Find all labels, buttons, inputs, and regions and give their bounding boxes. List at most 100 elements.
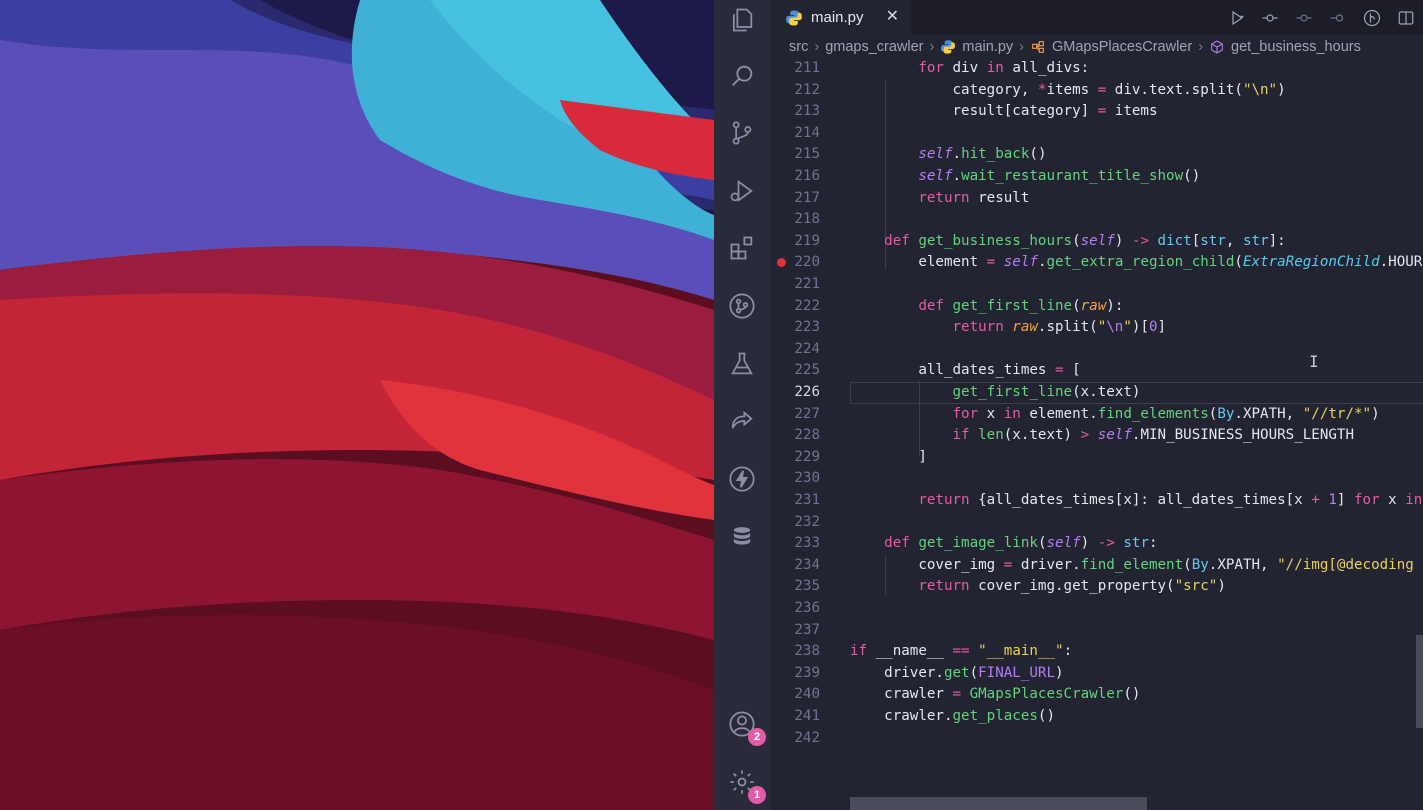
code-line[interactable]: 213 result[category] = items <box>771 101 1423 123</box>
activity-bar: 2 1 <box>714 0 771 810</box>
tab-label: main.py <box>811 9 864 26</box>
code-text: def get_business_hours(self) -> dict[str… <box>884 232 1286 249</box>
line-number: 228 <box>794 427 820 444</box>
git-commit-icon[interactable] <box>1259 7 1281 29</box>
code-line[interactable]: 211 for div in all_divs: <box>771 58 1423 80</box>
code-line[interactable]: 223 return raw.split("\n")[0] <box>771 317 1423 339</box>
breadcrumb-gmaps-crawler[interactable]: gmaps_crawler <box>825 39 923 55</box>
run-python-icon[interactable] <box>1225 7 1247 29</box>
line-number: 212 <box>794 81 820 98</box>
breadcrumb-method[interactable]: get_business_hours <box>1231 39 1361 55</box>
code-text: return {all_dates_times[x]: all_dates_ti… <box>918 492 1423 508</box>
code-line[interactable]: 235 return cover_img.get_property("src") <box>771 576 1423 598</box>
code-line[interactable]: 242 <box>771 728 1423 750</box>
line-number: 241 <box>794 708 820 724</box>
close-icon[interactable]: ✕ <box>886 8 899 26</box>
code-line[interactable]: 241 crawler.get_places() <box>771 706 1423 728</box>
code-text: return raw.split("\n")[0] <box>952 319 1167 336</box>
git-graph-icon[interactable] <box>724 288 760 324</box>
line-number: 215 <box>794 146 820 163</box>
code-line[interactable]: 218 <box>771 209 1423 231</box>
line-number: 236 <box>794 600 820 616</box>
code-text: element = self.get_extra_region_child(Ex… <box>850 254 1423 271</box>
line-number: 239 <box>794 664 820 681</box>
code-line[interactable]: 227 for x in element.find_elements(By.XP… <box>771 404 1423 426</box>
code-line[interactable]: 215 self.hit_back() <box>771 144 1423 166</box>
code-line[interactable]: 233 def get_image_link(self) -> str: <box>771 533 1423 555</box>
code-line[interactable]: 224 <box>771 339 1423 361</box>
code-line[interactable]: 217 return result <box>771 188 1423 210</box>
settings-gear-icon[interactable]: 1 <box>724 764 766 804</box>
code-area[interactable]: 211 for div in all_divs: 212 category, *i… <box>771 58 1423 798</box>
database-icon[interactable] <box>724 519 760 555</box>
line-number: 219 <box>794 232 820 249</box>
code-line[interactable]: 214 <box>771 123 1423 145</box>
horizontal-scrollbar[interactable] <box>850 797 1147 810</box>
editor-actions <box>1225 0 1423 35</box>
method-symbol-icon <box>1211 40 1223 54</box>
line-number: 214 <box>794 124 820 141</box>
vertical-scrollbar[interactable] <box>1416 635 1423 728</box>
code-line[interactable]: 239 driver.get(FINAL_URL) <box>771 663 1423 685</box>
live-share-icon[interactable] <box>724 403 760 439</box>
testing-icon[interactable] <box>724 346 760 382</box>
code-text: category, *items = div.text.split("\n") <box>850 81 1286 98</box>
explorer-icon[interactable] <box>724 2 760 38</box>
search-icon[interactable] <box>724 58 760 94</box>
tab-bar: main.py ✕ <box>771 0 1423 35</box>
code-text: result[category] = items <box>850 103 1158 120</box>
code-line[interactable]: 229 ] <box>771 447 1423 469</box>
code-text: return result <box>918 189 1030 206</box>
code-line[interactable]: 216 self.wait_restaurant_title_show() <box>771 166 1423 188</box>
code-line[interactable]: 225 all_dates_times = [ <box>771 360 1423 382</box>
wallpaper-waves <box>0 0 714 810</box>
code-text: return cover_img.get_property("src") <box>918 578 1226 595</box>
line-number: 234 <box>794 556 820 573</box>
accounts-icon[interactable]: 2 <box>724 706 766 746</box>
line-number: 224 <box>794 340 820 357</box>
line-number: 222 <box>794 297 820 314</box>
code-line[interactable]: 240 crawler = GMapsPlacesCrawler() <box>771 684 1423 706</box>
code-line[interactable]: 237 <box>771 620 1423 642</box>
code-line[interactable]: 234 cover_img = driver.find_element(By.X… <box>771 555 1423 577</box>
git-previous-icon[interactable] <box>1293 7 1315 29</box>
chevron-right-icon: › <box>1019 39 1024 55</box>
code-text: ] <box>850 448 927 465</box>
text-cursor-icon: I <box>1309 352 1319 371</box>
tab-main-py[interactable]: main.py ✕ <box>771 0 911 35</box>
code-line[interactable]: 232 <box>771 512 1423 534</box>
code-text: def get_image_link(self) -> str: <box>884 535 1158 552</box>
line-number: 216 <box>794 168 820 184</box>
source-control-icon[interactable] <box>724 115 760 151</box>
git-graph-toolbar-icon[interactable] <box>1361 7 1383 29</box>
lightning-icon[interactable] <box>724 461 760 497</box>
extensions-icon[interactable] <box>724 230 760 266</box>
breadcrumb: src › gmaps_crawler › main.py › GMapsPla… <box>771 35 1423 59</box>
breadcrumb-class[interactable]: GMapsPlacesCrawler <box>1052 39 1192 55</box>
code-text: if len(x.text) > self.MIN_BUSINESS_HOURS… <box>952 427 1355 444</box>
git-next-icon[interactable] <box>1327 7 1349 29</box>
chevron-right-icon: › <box>929 39 935 55</box>
breadcrumb-main-py[interactable]: main.py <box>962 39 1013 55</box>
code-line[interactable]: 220 element = self.get_extra_region_chil… <box>771 252 1423 274</box>
code-text: all_dates_times = [ <box>850 362 1081 379</box>
code-line[interactable]: 221 <box>771 274 1423 296</box>
code-line[interactable]: 228 if len(x.text) > self.MIN_BUSINESS_H… <box>771 425 1423 447</box>
code-line[interactable]: 231 return {all_dates_times[x]: all_date… <box>771 490 1423 512</box>
code-line[interactable]: 230 <box>771 468 1423 490</box>
code-line[interactable]: 219 def get_business_hours(self) -> dict… <box>771 231 1423 253</box>
code-editor-window: 2 1 main.py ✕ src › gmaps_crawler › main… <box>714 0 1423 810</box>
code-line[interactable]: 212 category, *items = div.text.split("\… <box>771 80 1423 102</box>
split-editor-icon[interactable] <box>1395 7 1417 29</box>
code-text: driver.get(FINAL_URL) <box>850 664 1064 681</box>
class-symbol-icon <box>1032 41 1044 53</box>
breadcrumb-src[interactable]: src <box>789 39 808 55</box>
line-number: 235 <box>794 578 820 595</box>
run-debug-icon[interactable] <box>724 173 760 209</box>
code-line[interactable]: 222 def get_first_line(raw): <box>771 296 1423 318</box>
line-number: 230 <box>794 470 820 487</box>
code-line[interactable]: 226 get_first_line(x.text) <box>771 382 1423 404</box>
code-line[interactable]: 236 <box>771 598 1423 620</box>
code-line[interactable]: 238 if __name__ == "__main__": <box>771 641 1423 663</box>
line-number: 238 <box>794 643 820 660</box>
